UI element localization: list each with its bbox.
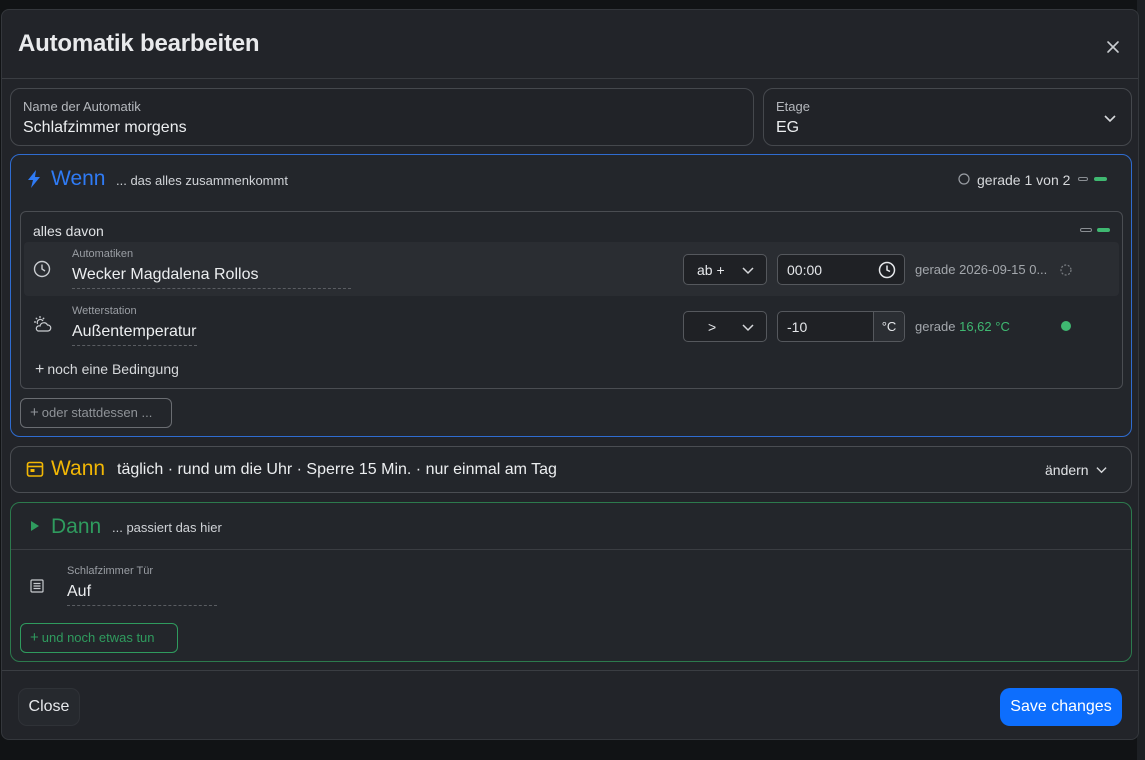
operator-value: ab + bbox=[697, 262, 725, 278]
clock-icon bbox=[33, 260, 51, 278]
modal-footer: Close Save changes bbox=[2, 670, 1138, 739]
temperature-input[interactable]: -10 °C bbox=[777, 311, 905, 342]
add-condition-link[interactable]: + noch eine Bedingung bbox=[35, 361, 179, 379]
modal-header: Automatik bearbeiten bbox=[2, 10, 1138, 79]
condition-group-label: alles davon bbox=[33, 223, 104, 239]
group-toggle-off[interactable] bbox=[1080, 228, 1092, 232]
wann-section[interactable]: Wann täglich · rund um die Uhr · Sperre … bbox=[10, 446, 1132, 493]
plus-icon: + bbox=[30, 404, 39, 421]
dann-title: Dann bbox=[51, 515, 102, 538]
wenn-status: gerade 1 von 2 bbox=[977, 172, 1071, 188]
action-row: Schlafzimmer Tür Auf bbox=[11, 561, 611, 611]
condition-name[interactable]: Wecker Magdalena Rollos bbox=[72, 266, 351, 289]
operator-select[interactable]: > bbox=[683, 311, 767, 342]
state-prefix: gerade bbox=[915, 262, 956, 277]
play-icon bbox=[31, 521, 39, 531]
collapse-toggle-on[interactable] bbox=[1094, 177, 1107, 181]
condition-name[interactable]: Außentemperatur bbox=[72, 323, 197, 346]
chevron-down-icon bbox=[742, 267, 754, 275]
unit-label: °C bbox=[873, 312, 904, 341]
floor-value: EG bbox=[776, 119, 800, 136]
dann-divider bbox=[11, 549, 1131, 550]
automation-name-label: Name der Automatik bbox=[23, 99, 141, 114]
add-action-button[interactable]: + und noch etwas tun bbox=[20, 623, 178, 653]
action-value[interactable]: Auf bbox=[67, 583, 217, 606]
add-condition-label: noch eine Bedingung bbox=[47, 361, 179, 377]
close-button[interactable]: Close bbox=[18, 688, 80, 726]
collapse-toggle-off[interactable] bbox=[1078, 177, 1088, 181]
floor-select[interactable]: Etage EG bbox=[763, 88, 1132, 146]
calendar-icon bbox=[26, 461, 44, 477]
change-button[interactable]: ändern bbox=[1045, 462, 1108, 478]
wann-title: Wann bbox=[51, 457, 106, 480]
condition-row: Wetterstation Außentemperatur > -10 °C g… bbox=[24, 299, 1119, 353]
condition-category: Wetterstation bbox=[72, 305, 137, 317]
automation-name-value[interactable]: Schlafzimmer morgens bbox=[23, 119, 187, 137]
pending-indicator-icon bbox=[1060, 264, 1072, 276]
action-category: Schlafzimmer Tür bbox=[67, 565, 153, 577]
wenn-subtitle: ... das alles zusammenkommt bbox=[116, 173, 288, 188]
temperature-value: -10 bbox=[787, 319, 808, 335]
condition-row: Automatiken Wecker Magdalena Rollos ab +… bbox=[24, 242, 1119, 296]
clock-picker-icon[interactable] bbox=[878, 261, 896, 279]
operator-value: > bbox=[708, 319, 717, 335]
modal-title: Automatik bearbeiten bbox=[18, 30, 260, 57]
wenn-title: Wenn bbox=[51, 167, 106, 190]
add-action-label: und noch etwas tun bbox=[41, 630, 155, 645]
list-icon bbox=[30, 579, 44, 593]
chevron-down-icon bbox=[742, 324, 754, 332]
floor-label: Etage bbox=[776, 99, 810, 114]
add-alternative-button[interactable]: + oder stattdessen ... bbox=[20, 398, 172, 428]
close-icon[interactable] bbox=[1104, 38, 1122, 56]
plus-icon: + bbox=[30, 629, 39, 646]
operator-select[interactable]: ab + bbox=[683, 254, 767, 285]
chevron-down-icon bbox=[1104, 115, 1116, 123]
sun-cloud-icon bbox=[34, 316, 52, 332]
state-value: 16,62 °C bbox=[959, 319, 1010, 334]
status-circle-icon bbox=[958, 173, 970, 185]
condition-group: alles davon Automatiken Wecker Magdalena… bbox=[20, 211, 1123, 389]
wenn-section: Wenn ... das alles zusammenkommt gerade … bbox=[10, 154, 1132, 437]
plus-icon: + bbox=[35, 361, 45, 378]
lightning-icon bbox=[28, 170, 40, 188]
save-changes-button[interactable]: Save changes bbox=[1000, 688, 1122, 726]
add-alternative-label: oder stattdessen ... bbox=[41, 405, 153, 420]
dann-section: Dann ... passiert das hier Schlafzimmer … bbox=[10, 502, 1132, 662]
automation-name-field[interactable]: Name der Automatik Schlafzimmer morgens bbox=[10, 88, 754, 146]
active-indicator-icon bbox=[1061, 321, 1071, 331]
condition-state: gerade 16,62 °C bbox=[915, 319, 1010, 334]
chevron-down-icon bbox=[1096, 467, 1108, 474]
state-prefix: gerade bbox=[915, 319, 956, 334]
dann-subtitle: ... passiert das hier bbox=[112, 520, 222, 535]
state-value: 2026-09-15 0... bbox=[959, 262, 1048, 277]
condition-category: Automatiken bbox=[72, 248, 134, 260]
time-value: 00:00 bbox=[787, 262, 823, 278]
edit-automation-dialog: Automatik bearbeiten Name der Automatik … bbox=[1, 9, 1139, 740]
change-label: ändern bbox=[1045, 462, 1089, 478]
condition-state: gerade 2026-09-15 0... bbox=[915, 262, 1047, 277]
group-toggle-on[interactable] bbox=[1097, 228, 1110, 232]
time-input[interactable]: 00:00 bbox=[777, 254, 905, 285]
wann-summary: täglich · rund um die Uhr · Sperre 15 Mi… bbox=[117, 461, 557, 478]
